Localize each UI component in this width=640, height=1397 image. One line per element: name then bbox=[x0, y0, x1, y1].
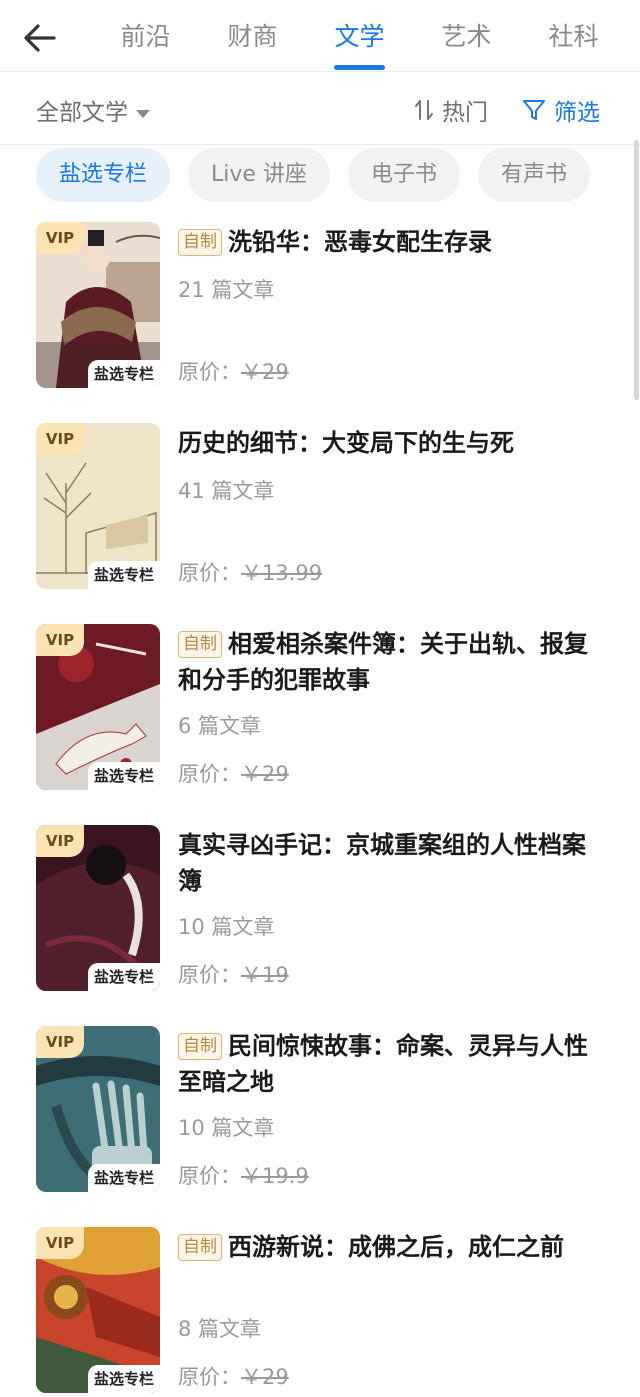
vip-badge: VIP bbox=[36, 423, 84, 455]
price-label: 原价： bbox=[178, 762, 241, 786]
caret-down-icon bbox=[136, 109, 150, 118]
list-item[interactable]: VIP 盐选专栏 历史的细节：大变局下的生与死 41 篇文章 原价：￥13.99 bbox=[0, 423, 640, 624]
category-tabs: 前沿 财商 文学 艺术 社科 bbox=[92, 0, 640, 72]
list-item[interactable]: VIP 盐选专栏 自制 洗铅华：恶毒女配生存录 21 篇文章 原价：￥29 bbox=[0, 222, 640, 423]
tab-literature[interactable]: 文学 bbox=[306, 0, 413, 72]
filter-bar: 全部文学 热门 筛选 bbox=[0, 73, 640, 145]
salt-column-badge: 盐选专栏 bbox=[87, 963, 160, 991]
chip-audiobook[interactable]: 有声书 bbox=[477, 148, 590, 202]
list-item[interactable]: VIP 盐选专栏 真实寻凶手记：京城重案组的人性档案簿 10 篇文章 原价：￥1… bbox=[0, 825, 640, 1026]
filter-button[interactable]: 筛选 bbox=[522, 93, 600, 127]
price-label: 原价： bbox=[178, 360, 241, 384]
self-produced-tag: 自制 bbox=[178, 631, 222, 658]
article-count: 41 篇文章 bbox=[178, 479, 275, 503]
price-amount: ￥19 bbox=[241, 963, 289, 987]
tab-social-science[interactable]: 社科 bbox=[520, 0, 627, 72]
article-count: 10 篇文章 bbox=[178, 915, 275, 939]
price-amount: ￥29 bbox=[241, 360, 289, 384]
price-label: 原价： bbox=[178, 1164, 241, 1188]
price-label: 原价： bbox=[178, 1365, 241, 1389]
back-button[interactable] bbox=[20, 18, 60, 58]
sort-icon bbox=[415, 100, 433, 120]
original-price: 原价：￥29 bbox=[178, 356, 289, 386]
chip-live-lecture[interactable]: Live 讲座 bbox=[188, 148, 330, 202]
sort-button[interactable]: 热门 bbox=[414, 93, 488, 127]
tab-frontier[interactable]: 前沿 bbox=[92, 0, 199, 72]
original-price: 原价：￥19 bbox=[178, 959, 289, 989]
article-count: 8 篇文章 bbox=[178, 1317, 262, 1341]
vip-badge: VIP bbox=[36, 825, 84, 857]
item-title: 真实寻凶手记：京城重案组的人性档案簿 bbox=[178, 827, 608, 899]
cover-image: VIP 盐选专栏 bbox=[36, 423, 160, 589]
salt-column-badge: 盐选专栏 bbox=[87, 1164, 160, 1192]
item-title-text: 相爱相杀案件簿：关于出轨、报复和分手的犯罪故事 bbox=[178, 630, 588, 694]
item-title-text: 民间惊悚故事：命案、灵异与人性至暗之地 bbox=[178, 1032, 588, 1096]
salt-column-badge: 盐选专栏 bbox=[87, 561, 160, 589]
salt-column-badge: 盐选专栏 bbox=[87, 762, 160, 790]
top-navigation-bar: 前沿 财商 文学 艺术 社科 bbox=[0, 0, 640, 72]
item-title: 自制 民间惊悚故事：命案、灵异与人性至暗之地 bbox=[178, 1028, 608, 1100]
list-item[interactable]: VIP 盐选专栏 自制 西游新说：成佛之后，成仁之前 8 篇文章 原价：￥29 bbox=[0, 1227, 640, 1397]
tab-art[interactable]: 艺术 bbox=[413, 0, 520, 72]
original-price: 原价：￥29 bbox=[178, 758, 289, 788]
vip-badge: VIP bbox=[36, 1227, 84, 1259]
list-item[interactable]: VIP 盐选专栏 自制 民间惊悚故事：命案、灵异与人性至暗之地 10 篇文章 原价… bbox=[0, 1026, 640, 1227]
item-title: 自制 西游新说：成佛之后，成仁之前 bbox=[178, 1229, 608, 1265]
salt-column-badge: 盐选专栏 bbox=[87, 360, 160, 388]
original-price: 原价：￥29 bbox=[178, 1361, 289, 1391]
original-price: 原价：￥13.99 bbox=[178, 557, 322, 587]
item-title-text: 历史的细节：大变局下的生与死 bbox=[178, 429, 514, 457]
cover-image: VIP 盐选专栏 bbox=[36, 1026, 160, 1192]
price-amount: ￥19.9 bbox=[241, 1164, 309, 1188]
price-label: 原价： bbox=[178, 963, 241, 987]
salt-column-badge: 盐选专栏 bbox=[87, 1365, 160, 1393]
filter-label: 筛选 bbox=[554, 100, 600, 126]
price-label: 原价： bbox=[178, 561, 241, 585]
price-amount: ￥13.99 bbox=[241, 561, 323, 585]
self-produced-tag: 自制 bbox=[178, 1033, 222, 1060]
funnel-filter-icon bbox=[523, 100, 545, 120]
original-price: 原价：￥19.9 bbox=[178, 1160, 309, 1190]
article-count: 6 篇文章 bbox=[178, 714, 262, 738]
chip-ebook[interactable]: 电子书 bbox=[347, 148, 460, 202]
cover-image: VIP 盐选专栏 bbox=[36, 825, 160, 991]
vip-badge: VIP bbox=[36, 624, 84, 656]
price-amount: ￥29 bbox=[241, 762, 289, 786]
back-arrow-icon bbox=[24, 24, 56, 52]
column-list: VIP 盐选专栏 自制 洗铅华：恶毒女配生存录 21 篇文章 原价：￥29 VIP… bbox=[0, 222, 640, 1397]
item-title: 自制 相爱相杀案件簿：关于出轨、报复和分手的犯罪故事 bbox=[178, 626, 608, 698]
content-type-chips: 盐选专栏 Live 讲座 电子书 有声书 bbox=[36, 148, 590, 202]
cover-image: VIP 盐选专栏 bbox=[36, 222, 160, 388]
article-count: 21 篇文章 bbox=[178, 278, 275, 302]
self-produced-tag: 自制 bbox=[178, 229, 222, 256]
item-title-text: 西游新说：成佛之后，成仁之前 bbox=[228, 1233, 564, 1261]
cover-image: VIP 盐选专栏 bbox=[36, 1227, 160, 1393]
tab-finance[interactable]: 财商 bbox=[199, 0, 306, 72]
item-title: 自制 洗铅华：恶毒女配生存录 bbox=[178, 224, 608, 260]
category-dropdown-label: 全部文学 bbox=[36, 100, 128, 126]
vip-badge: VIP bbox=[36, 222, 84, 254]
list-item[interactable]: VIP 盐选专栏 自制 相爱相杀案件簿：关于出轨、报复和分手的犯罪故事 6 篇文章… bbox=[0, 624, 640, 825]
item-title-text: 真实寻凶手记：京城重案组的人性档案簿 bbox=[178, 831, 586, 895]
self-produced-tag: 自制 bbox=[178, 1234, 222, 1261]
category-dropdown[interactable]: 全部文学 bbox=[36, 93, 150, 127]
cover-image: VIP 盐选专栏 bbox=[36, 624, 160, 790]
sort-label: 热门 bbox=[442, 100, 488, 126]
price-amount: ￥29 bbox=[241, 1365, 289, 1389]
vip-badge: VIP bbox=[36, 1026, 84, 1058]
item-title-text: 洗铅华：恶毒女配生存录 bbox=[228, 228, 492, 256]
chip-salt-column[interactable]: 盐选专栏 bbox=[36, 148, 171, 202]
article-count: 10 篇文章 bbox=[178, 1116, 275, 1140]
item-title: 历史的细节：大变局下的生与死 bbox=[178, 425, 608, 461]
